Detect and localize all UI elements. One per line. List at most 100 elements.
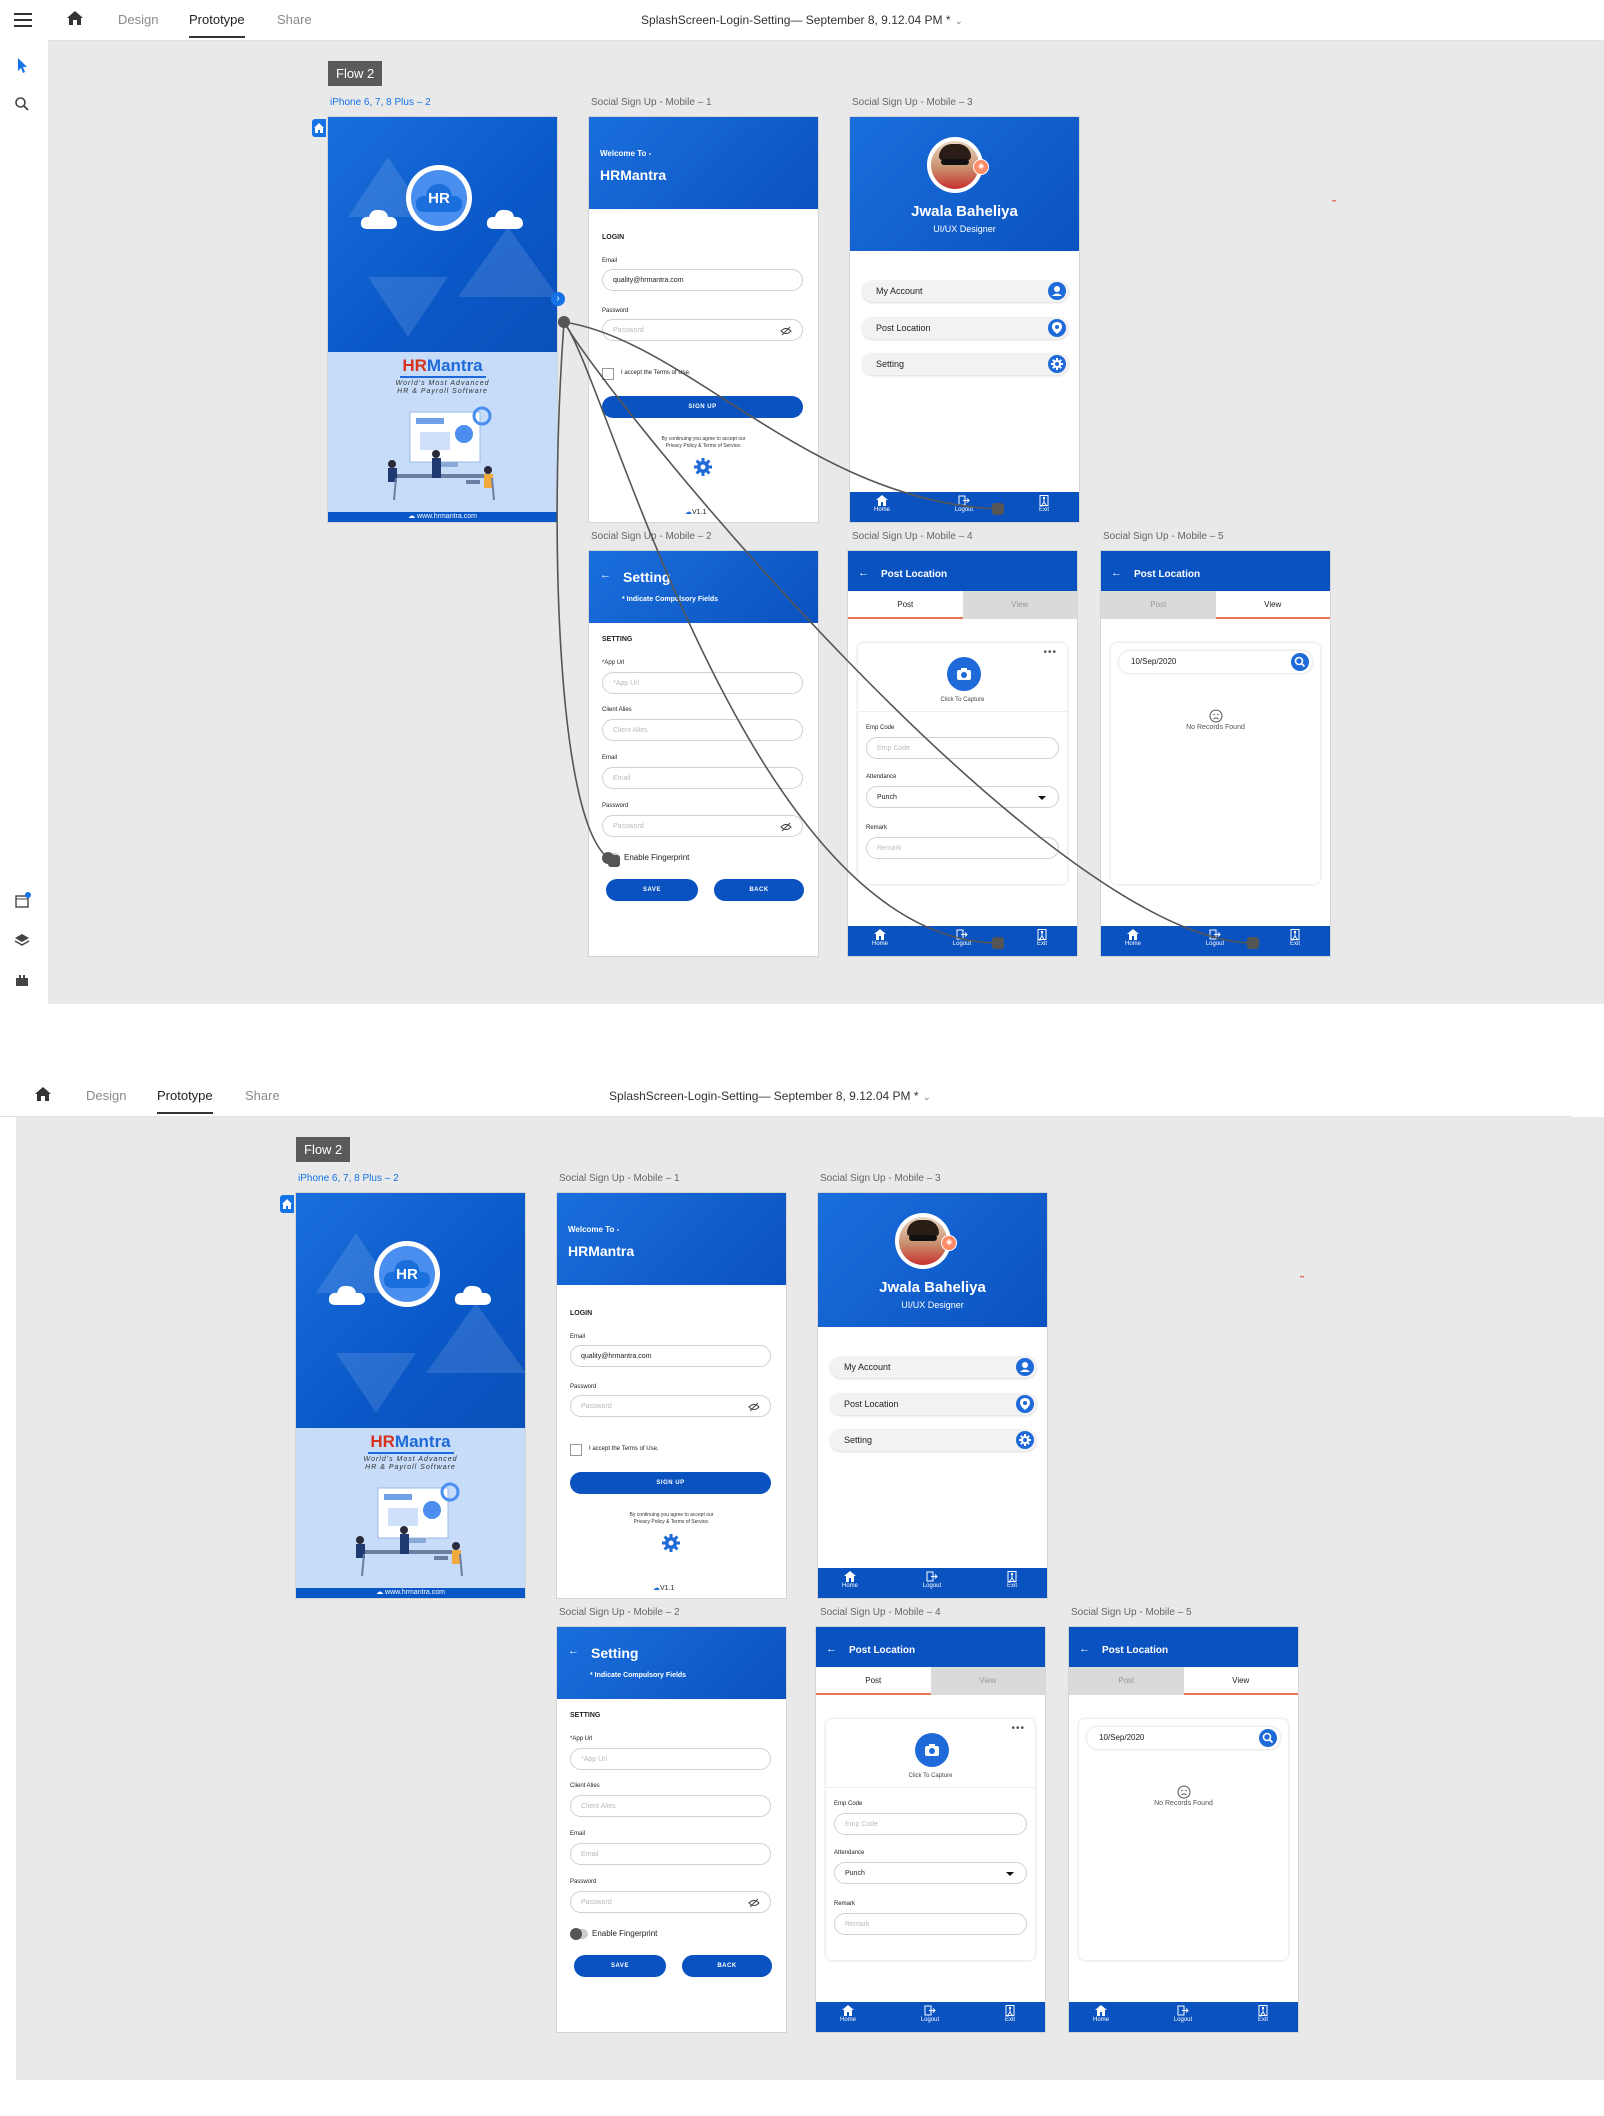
eye-off-icon[interactable] xyxy=(748,1402,760,1412)
artboard-login[interactable]: Welcome To - HRMantra LOGIN Email qualit… xyxy=(589,117,818,522)
nav-home[interactable]: Home xyxy=(1113,929,1153,947)
nav-home[interactable]: Home xyxy=(860,929,900,947)
artboard-post-location[interactable]: ← Post Location Post View ••• Click To C… xyxy=(848,551,1077,956)
eye-off-icon[interactable] xyxy=(780,822,792,832)
back-button[interactable]: BACK xyxy=(682,1955,772,1977)
plugins-icon[interactable] xyxy=(14,972,30,988)
menu-setting[interactable]: Setting xyxy=(862,353,1069,375)
email-field[interactable]: quality@hrmantra.com xyxy=(570,1345,771,1367)
artboard-profile[interactable]: ◉ Jwala Baheliya UI/UX Designer My Accou… xyxy=(818,1193,1047,1598)
camera-button[interactable] xyxy=(915,1733,949,1767)
nav-exit[interactable]: Exit xyxy=(990,2005,1030,2023)
remark-field[interactable]: Remark xyxy=(866,837,1059,859)
nav-logout[interactable]: Logout xyxy=(942,929,982,947)
eye-off-icon[interactable] xyxy=(780,326,792,336)
assets-icon[interactable] xyxy=(14,892,32,910)
artboard-view-location[interactable]: ← Post Location Post View 10/Sep/2020 No… xyxy=(1069,1627,1298,2032)
menu-post-location[interactable]: Post Location xyxy=(862,317,1069,339)
back-arrow-icon[interactable]: ← xyxy=(858,567,869,579)
emp-code-field[interactable]: Emp Code xyxy=(866,737,1059,759)
nav-logout[interactable]: Logout xyxy=(1195,929,1235,947)
search-button[interactable] xyxy=(1259,1729,1277,1747)
nav-exit[interactable]: Exit xyxy=(1275,929,1315,947)
nav-home[interactable]: Home xyxy=(828,2005,868,2023)
artboard-label-login[interactable]: Social Sign Up - Mobile – 1 xyxy=(591,97,712,108)
fingerprint-toggle[interactable] xyxy=(570,1928,588,1940)
more-options-icon[interactable]: ••• xyxy=(1011,1723,1025,1734)
password-field[interactable]: Password xyxy=(602,319,803,341)
back-arrow-icon[interactable]: ← xyxy=(600,569,611,581)
chevron-down-icon[interactable]: ⌄ xyxy=(923,1092,931,1103)
more-options-icon[interactable]: ••• xyxy=(1043,647,1057,658)
signup-button[interactable]: SIGN UP xyxy=(602,396,803,418)
chevron-down-icon[interactable]: ⌄ xyxy=(955,16,963,27)
artboard-splash[interactable]: HR HRMantra World's Most Advanced HR & Pa… xyxy=(328,117,557,522)
date-search-field[interactable]: 10/Sep/2020 xyxy=(1119,651,1312,673)
add-interaction-icon[interactable]: › xyxy=(551,292,565,306)
artboard-label-splash[interactable]: iPhone 6, 7, 8 Plus – 2 xyxy=(330,97,431,108)
artboard-view-location[interactable]: ← Post Location Post View 10/Sep/2020 No… xyxy=(1101,551,1330,956)
document-title[interactable]: SplashScreen-Login-Setting— September 8,… xyxy=(0,1089,1572,1103)
artboard-setting[interactable]: ← Setting * Indicate Compulsory Fields S… xyxy=(557,1627,786,2032)
app-url-field[interactable]: *App Url xyxy=(602,672,803,694)
back-arrow-icon[interactable]: ← xyxy=(568,1645,579,1657)
menu-post-location[interactable]: Post Location xyxy=(830,1393,1037,1415)
select-arrow-icon[interactable] xyxy=(14,56,30,74)
save-button[interactable]: SAVE xyxy=(606,879,698,901)
layers-icon[interactable] xyxy=(14,932,30,948)
artboard-label-post[interactable]: Social Sign Up - Mobile – 4 xyxy=(820,1607,941,1618)
setting-password-field[interactable]: Password xyxy=(570,1891,771,1913)
setting-email-field[interactable]: Email xyxy=(602,767,803,789)
artboard-label-post[interactable]: Social Sign Up - Mobile – 4 xyxy=(852,531,973,542)
save-button[interactable]: SAVE xyxy=(574,1955,666,1977)
nav-home[interactable]: Home xyxy=(830,1571,870,1589)
nav-logout[interactable]: Logout xyxy=(912,1571,952,1589)
tab-post[interactable]: Post xyxy=(816,1667,931,1695)
tab-view[interactable]: View xyxy=(1215,591,1330,619)
gear-icon[interactable] xyxy=(693,457,713,477)
tab-post[interactable]: Post xyxy=(848,591,963,619)
client-alies-field[interactable]: Client Alies xyxy=(570,1795,771,1817)
email-field[interactable]: quality@hrmantra.com xyxy=(602,269,803,291)
setting-password-field[interactable]: Password xyxy=(602,815,803,837)
gear-icon[interactable] xyxy=(661,1533,681,1553)
nav-exit[interactable]: Exit xyxy=(1024,495,1064,513)
search-icon[interactable] xyxy=(14,96,30,112)
tab-post[interactable]: Post xyxy=(1101,591,1216,619)
nav-home[interactable]: Home xyxy=(862,495,902,513)
signup-button[interactable]: SIGN UP xyxy=(570,1472,771,1494)
remark-field[interactable]: Remark xyxy=(834,1913,1027,1935)
artboard-label-view[interactable]: Social Sign Up - Mobile – 5 xyxy=(1103,531,1224,542)
artboard-label-view[interactable]: Social Sign Up - Mobile – 5 xyxy=(1071,1607,1192,1618)
fingerprint-toggle[interactable] xyxy=(602,852,620,864)
nav-logout[interactable]: Logout xyxy=(944,495,984,513)
tab-post[interactable]: Post xyxy=(1069,1667,1184,1695)
artboard-label-profile[interactable]: Social Sign Up - Mobile – 3 xyxy=(852,97,973,108)
artboard-label-profile[interactable]: Social Sign Up - Mobile – 3 xyxy=(820,1173,941,1184)
nav-home[interactable]: Home xyxy=(1081,2005,1121,2023)
artboard-label-setting[interactable]: Social Sign Up - Mobile – 2 xyxy=(591,531,712,542)
password-field[interactable]: Password xyxy=(570,1395,771,1417)
artboard-login[interactable]: Welcome To - HRMantra LOGIN Email qualit… xyxy=(557,1193,786,1598)
design-canvas[interactable]: Flow 2 iPhone 6, 7, 8 Plus – 2 HR HRMant… xyxy=(48,41,1604,1004)
attendance-select[interactable]: Punch xyxy=(834,1862,1027,1884)
attendance-select[interactable]: Punch xyxy=(866,786,1059,808)
camera-badge-icon[interactable]: ◉ xyxy=(973,159,989,175)
back-arrow-icon[interactable]: ← xyxy=(1111,567,1122,579)
back-arrow-icon[interactable]: ← xyxy=(1079,1643,1090,1655)
camera-badge-icon[interactable]: ◉ xyxy=(941,1235,957,1251)
menu-my-account[interactable]: My Account xyxy=(830,1356,1037,1378)
menu-setting[interactable]: Setting xyxy=(830,1429,1037,1451)
setting-email-field[interactable]: Email xyxy=(570,1843,771,1865)
home-flag-icon[interactable] xyxy=(312,119,326,137)
flow-label[interactable]: Flow 2 xyxy=(328,61,383,86)
terms-checkbox[interactable] xyxy=(602,368,614,380)
design-canvas[interactable]: Flow 2 iPhone 6, 7, 8 Plus – 2 HR HRMant… xyxy=(16,1117,1604,2080)
back-arrow-icon[interactable]: ← xyxy=(826,1643,837,1655)
menu-my-account[interactable]: My Account xyxy=(862,280,1069,302)
tab-view[interactable]: View xyxy=(1183,1667,1298,1695)
artboard-post-location[interactable]: ← Post Location Post View ••• Click To C… xyxy=(816,1627,1045,2032)
client-alies-field[interactable]: Client Alies xyxy=(602,719,803,741)
camera-button[interactable] xyxy=(947,657,981,691)
flow-label[interactable]: Flow 2 xyxy=(296,1137,351,1162)
